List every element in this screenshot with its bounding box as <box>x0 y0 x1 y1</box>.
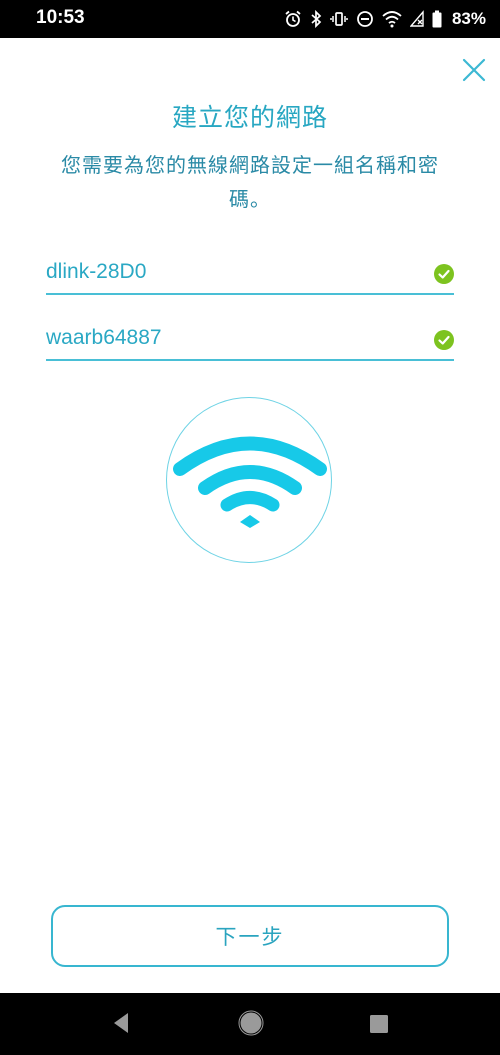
close-icon <box>462 58 486 82</box>
home-icon[interactable] <box>238 1010 264 1036</box>
password-field <box>46 321 454 361</box>
bluetooth-icon <box>311 10 322 28</box>
status-bar: 10:53 83% <box>0 0 500 38</box>
close-button[interactable] <box>458 54 490 86</box>
next-button[interactable]: 下一步 <box>51 905 449 967</box>
password-input[interactable] <box>46 321 416 355</box>
check-icon <box>434 264 454 284</box>
wifi-icon <box>382 11 402 28</box>
page-subtitle: 您需要為您的無線網路設定一組名稱和密碼。 <box>61 153 439 211</box>
recents-icon[interactable] <box>369 1014 389 1034</box>
wifi-illustration-icon <box>173 436 327 528</box>
wifi-illustration <box>166 397 332 563</box>
alarm-icon <box>285 10 301 27</box>
no-signal-icon <box>409 10 424 27</box>
network-name-input[interactable] <box>46 255 416 289</box>
network-name-field <box>46 255 454 295</box>
vibrate-icon <box>330 12 348 26</box>
status-time: 10:53 <box>36 7 85 28</box>
battery-percent: 83% <box>451 9 486 28</box>
do-not-disturb-icon <box>357 11 373 27</box>
next-button-label: 下一步 <box>215 925 285 949</box>
page-title: 建立您的網路 <box>171 103 328 132</box>
navigation-bar <box>0 993 500 1055</box>
battery-icon <box>432 10 442 28</box>
status-icons: 83% <box>284 6 486 32</box>
back-icon[interactable] <box>110 1010 132 1036</box>
check-icon <box>434 330 454 350</box>
